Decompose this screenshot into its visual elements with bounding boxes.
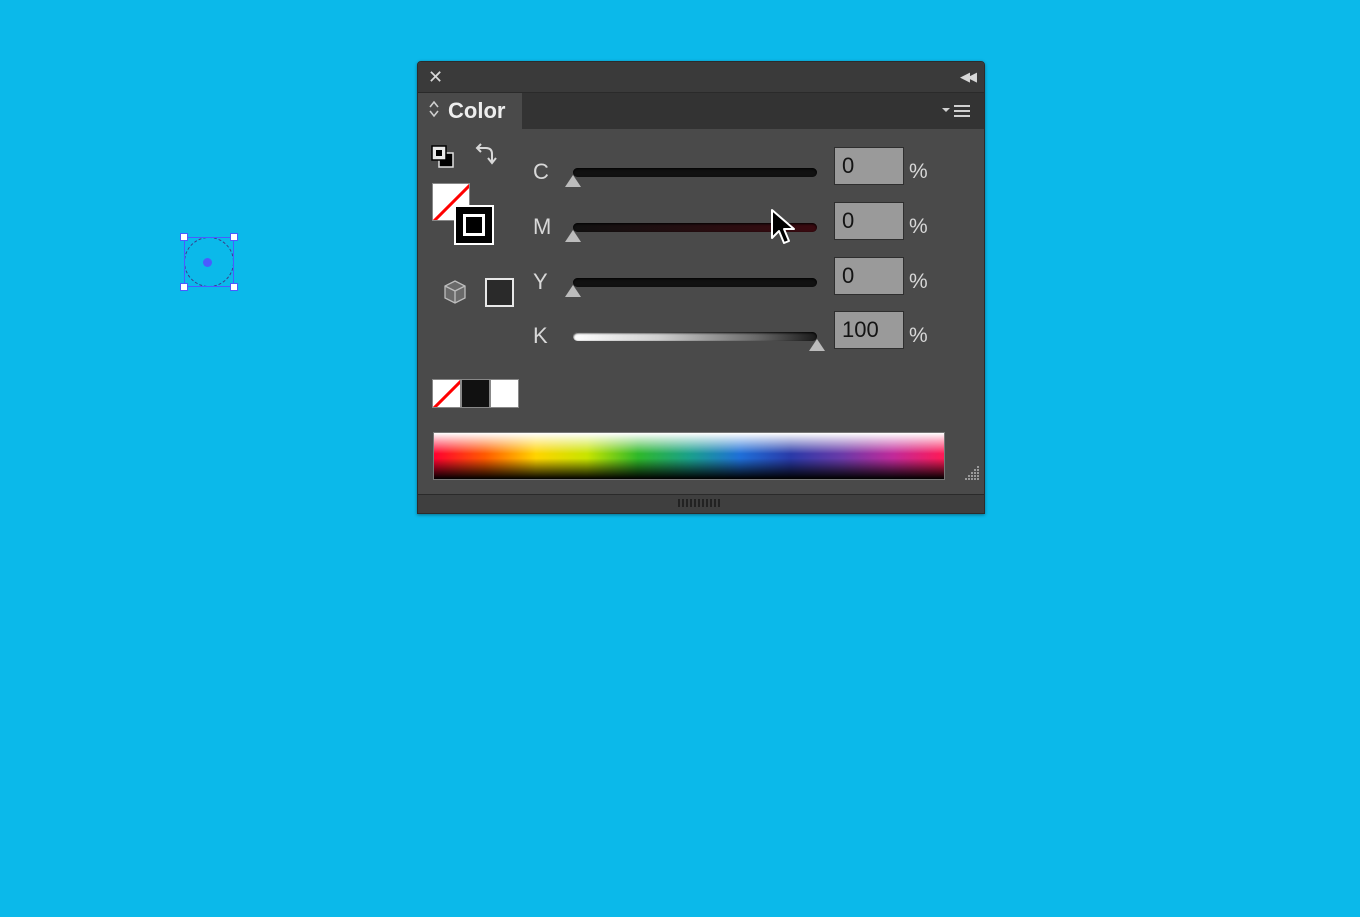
panel-resize-grip[interactable] <box>678 499 722 507</box>
channel-label: M <box>533 214 552 239</box>
value-field-m[interactable]: 0 <box>834 202 904 240</box>
value-field-c[interactable]: 0 <box>834 147 904 185</box>
slider-track-m[interactable] <box>573 223 817 232</box>
tab-options-arrows-icon[interactable] <box>429 100 439 120</box>
slider-thumb-m[interactable] <box>565 230 581 242</box>
menu-line <box>954 110 970 112</box>
panel-tab-row: Color <box>418 93 984 129</box>
slider-track-y[interactable] <box>573 278 817 287</box>
slider-thumb-c[interactable] <box>565 175 581 187</box>
slider-thumb-k[interactable] <box>809 339 825 351</box>
resize-handle-bottom-right[interactable] <box>230 283 238 291</box>
slider-track-k[interactable] <box>573 332 817 341</box>
channel-row-m: M 0 % <box>418 202 986 259</box>
collapse-panel-icon[interactable]: ◀◀ <box>960 67 977 87</box>
unit-label: % <box>909 270 928 293</box>
resize-grip-icon[interactable] <box>964 465 980 481</box>
color-panel: ✕ ◀◀ Color C 0 % M 0 % Y 0 % K 100 % <box>417 61 985 514</box>
tab-color[interactable]: Color <box>418 93 522 129</box>
channel-row-k: K 100 % <box>418 311 986 368</box>
menu-line <box>954 115 970 117</box>
center-point <box>203 258 212 267</box>
slider-track-c[interactable] <box>573 168 817 177</box>
resize-handle-top-right[interactable] <box>230 233 238 241</box>
slider-thumb-y[interactable] <box>565 285 581 297</box>
menu-line <box>954 105 970 107</box>
panel-title: Color <box>448 98 506 123</box>
channel-row-c: C 0 % <box>418 147 986 204</box>
swatch-none[interactable] <box>432 379 461 408</box>
unit-label: % <box>909 324 928 347</box>
panel-bottom-bar <box>418 494 984 513</box>
resize-handle-top-left[interactable] <box>180 233 188 241</box>
swatch-black[interactable] <box>461 379 490 408</box>
unit-label: % <box>909 160 928 183</box>
panel-menu-icon[interactable] <box>942 102 974 122</box>
panel-titlebar[interactable]: ✕ ◀◀ <box>418 62 984 93</box>
selected-circle-object[interactable] <box>180 233 238 291</box>
artboard-canvas[interactable]: ✕ ◀◀ Color C 0 % M 0 % Y 0 % K 100 % <box>0 0 1360 917</box>
color-spectrum-ramp[interactable] <box>433 432 945 480</box>
swatch-white[interactable] <box>490 379 519 408</box>
unit-label: % <box>909 215 928 238</box>
close-icon[interactable]: ✕ <box>428 66 443 88</box>
channel-label: Y <box>533 269 548 294</box>
channel-label: C <box>533 159 549 184</box>
spectrum-shade <box>434 433 944 479</box>
channel-label: K <box>533 323 548 348</box>
value-field-y[interactable]: 0 <box>834 257 904 295</box>
menu-triangle <box>942 108 950 112</box>
value-field-k[interactable]: 100 <box>834 311 904 349</box>
channel-row-y: Y 0 % <box>418 257 986 314</box>
resize-handle-bottom-left[interactable] <box>180 283 188 291</box>
